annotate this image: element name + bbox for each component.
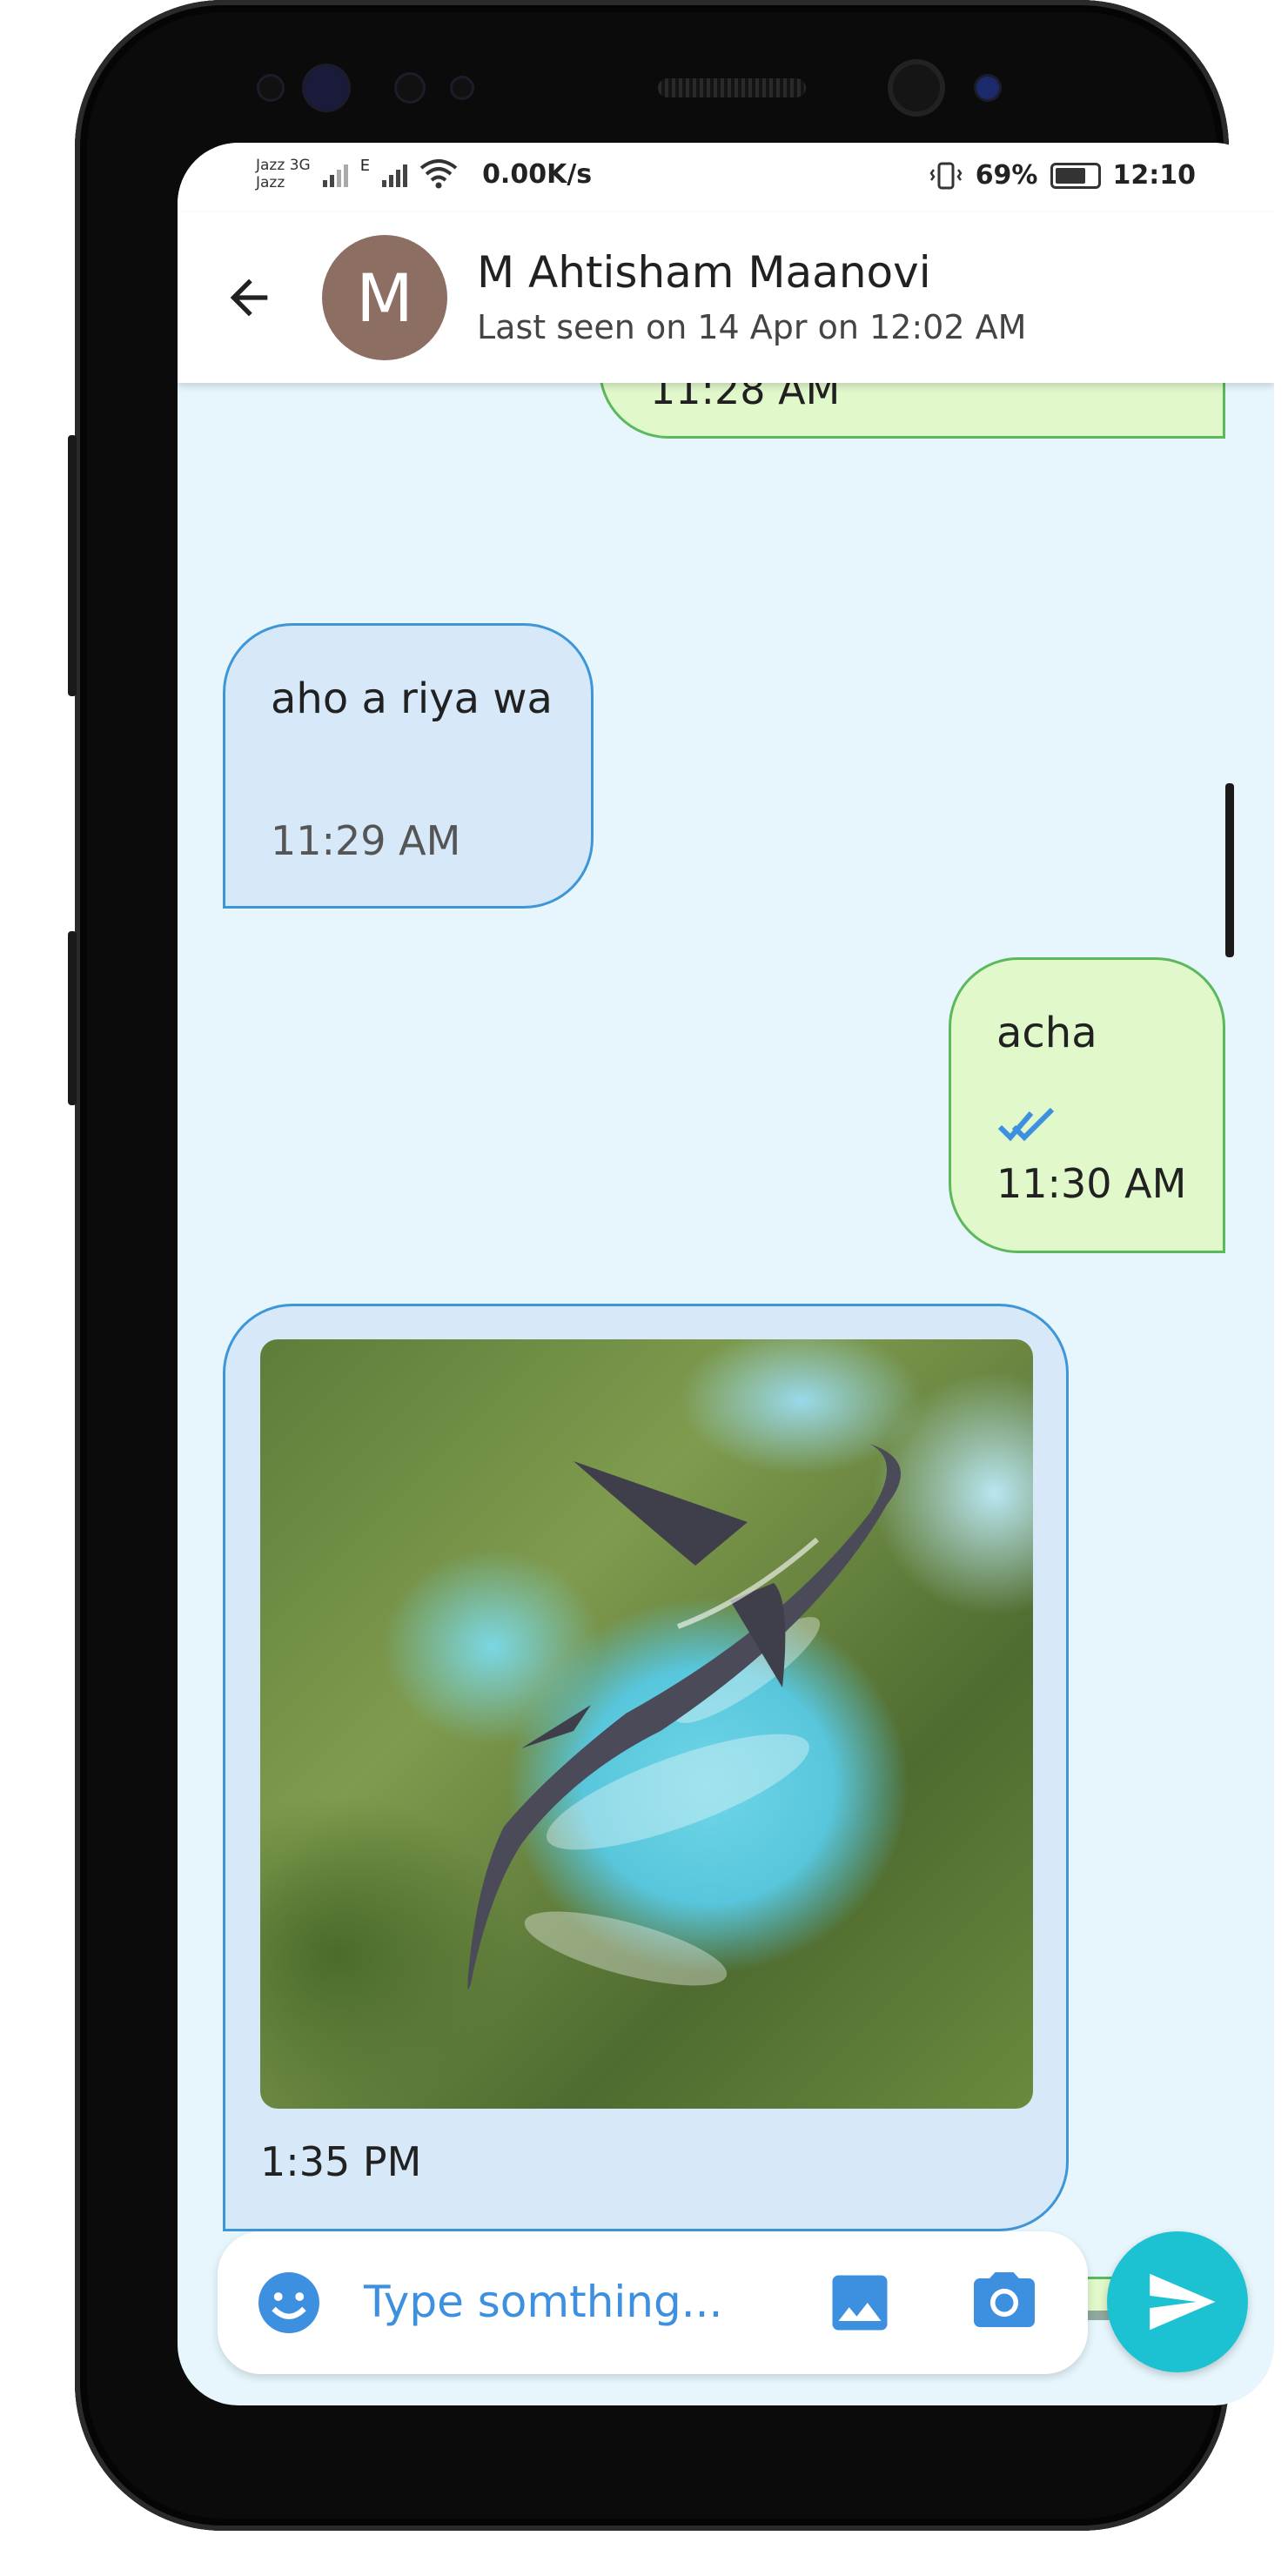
message-time: 11:30 AM <box>996 1160 1187 1207</box>
gallery-icon[interactable] <box>823 2266 896 2339</box>
message-text: aho a riya wa <box>271 674 553 723</box>
edge-label: E <box>359 157 371 175</box>
message-input[interactable]: Type somthing... <box>364 2277 722 2327</box>
contact-avatar[interactable]: M <box>322 235 447 360</box>
network-type: 3G <box>289 157 311 174</box>
incoming-message[interactable]: aho a riya wa 11:29 AM <box>223 623 594 909</box>
incoming-image-message[interactable]: 1:35 PM <box>223 1304 1069 2231</box>
vibrate-icon <box>929 162 963 189</box>
emoji-icon[interactable] <box>252 2266 325 2339</box>
message-composer: Type somthing... <box>218 2231 1088 2374</box>
back-arrow-icon[interactable] <box>221 270 277 325</box>
front-camera <box>893 64 940 111</box>
send-icon <box>1150 2273 1216 2331</box>
sensor-dot <box>453 78 472 97</box>
sensor-dot <box>259 77 282 99</box>
carrier-labels: Jazz 3G Jazz <box>256 157 311 191</box>
contact-name[interactable]: M Ahtisham Maanovi <box>477 247 931 298</box>
earpiece-speaker <box>658 78 806 97</box>
sensor-dot <box>976 77 999 99</box>
camera-icon[interactable] <box>968 2266 1041 2339</box>
bixby-button <box>68 931 77 1105</box>
message-time: 11:29 AM <box>271 817 461 864</box>
volume-button <box>68 435 77 696</box>
carrier-bottom: Jazz <box>256 174 285 191</box>
signal-strength-icon <box>322 161 348 187</box>
power-button <box>1225 783 1234 957</box>
message-time: 1:35 PM <box>260 2138 422 2185</box>
app-screen: Jazz 3G Jazz E 0.00K/s 69% 12:10 M M Aht… <box>178 143 1274 2405</box>
last-seen-status: Last seen on 14 Apr on 12:02 AM <box>477 308 1027 346</box>
outgoing-message[interactable]: acha 11:30 AM <box>949 957 1225 1253</box>
send-button[interactable] <box>1107 2231 1248 2372</box>
sensor-dot <box>397 75 423 101</box>
battery-percent: 69% <box>975 160 1038 191</box>
status-bar: Jazz 3G Jazz E 0.00K/s 69% 12:10 <box>178 143 1274 212</box>
sensor-lens <box>305 66 348 110</box>
status-time: 12:10 <box>1112 160 1197 191</box>
network-speed: 0.00K/s <box>482 158 593 190</box>
battery-icon <box>1050 162 1101 189</box>
signal-strength-icon-2 <box>382 161 408 187</box>
message-list[interactable]: 11:28 AM aho a riya wa 11:29 AM acha 11:… <box>178 383 1274 2320</box>
phone-frame: Jazz 3G Jazz E 0.00K/s 69% 12:10 M M Aht… <box>68 0 1274 2531</box>
chat-header: M M Ahtisham Maanovi Last seen on 14 Apr… <box>178 212 1274 383</box>
wifi-icon <box>419 159 458 189</box>
message-text: acha <box>996 1009 1097 1057</box>
outgoing-message[interactable]: 11:28 AM <box>599 383 1225 439</box>
shared-image[interactable] <box>260 1339 1033 2109</box>
read-receipt-icon <box>997 1107 1055 1142</box>
carrier-top: Jazz <box>256 157 285 174</box>
message-time: 11:28 AM <box>650 383 841 413</box>
shark-image-illustration <box>467 1444 901 1989</box>
